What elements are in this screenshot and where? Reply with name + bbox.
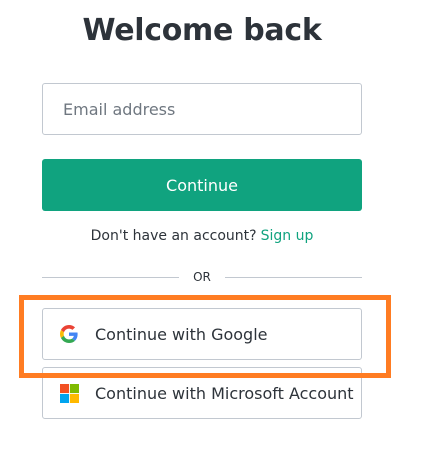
continue-with-microsoft-button[interactable]: Continue with Microsoft Account [42,367,362,419]
microsoft-button-label: Continue with Microsoft Account [95,383,354,403]
divider-label: OR [193,270,211,284]
signup-prompt: Don't have an account? [90,228,257,244]
continue-with-google-button[interactable]: Continue with Google [42,308,362,360]
signup-row: Don't have an account? Sign up [42,228,362,244]
continue-button[interactable]: Continue [42,159,362,211]
microsoft-icon [59,383,79,403]
email-field[interactable] [42,83,362,135]
divider-line-left [42,276,180,278]
or-divider: OR [42,268,363,286]
google-button-label: Continue with Google [95,324,268,344]
divider-line-right [224,276,363,278]
signup-link[interactable]: Sign up [261,228,314,244]
page-title: Welcome back [82,13,322,48]
google-icon [59,324,79,344]
